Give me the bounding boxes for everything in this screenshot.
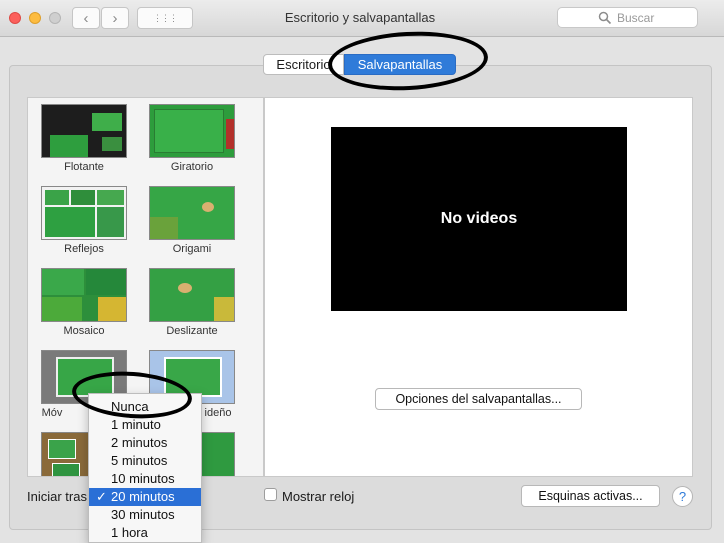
show-all-button[interactable]: ⋮⋮⋮: [137, 7, 193, 29]
menu-item-label: 20 minutos: [111, 489, 175, 504]
checkmark-icon: ✓: [96, 489, 107, 504]
show-clock-label: Mostrar reloj: [282, 489, 355, 504]
saver-label: Origami: [172, 243, 212, 255]
search-placeholder: Buscar: [617, 10, 655, 25]
menu-item-20-minutos[interactable]: ✓ 20 minutos: [89, 488, 201, 506]
start-after-label: Iniciar tras: [27, 489, 87, 504]
help-icon: ?: [678, 489, 687, 504]
preview-message: No videos: [440, 210, 518, 227]
search-field[interactable]: Buscar: [557, 7, 698, 28]
window-title: Escritorio y salvapantallas: [284, 10, 436, 25]
preview-screen: No videos: [331, 127, 627, 311]
show-clock-checkbox[interactable]: [264, 488, 277, 501]
search-icon: [598, 11, 612, 24]
menu-item-1-minuto[interactable]: 1 minuto: [89, 416, 201, 434]
saver-thumb-giratorio[interactable]: [149, 104, 235, 158]
button-label: Esquinas activas...: [538, 489, 643, 503]
back-button[interactable]: ‹: [72, 7, 100, 29]
menu-item-5-minutos[interactable]: 5 minutos: [89, 452, 201, 470]
minimize-window-button[interactable]: [29, 12, 41, 24]
chevron-right-icon: ›: [112, 9, 118, 27]
saver-label: Giratorio: [170, 161, 214, 173]
zoom-window-button[interactable]: [49, 12, 61, 24]
menu-item-2-minutos[interactable]: 2 minutos: [89, 434, 201, 452]
help-button[interactable]: ?: [672, 486, 693, 507]
saver-thumb-flotante[interactable]: [41, 104, 127, 158]
tab-label: Escritorio: [276, 57, 331, 72]
saver-label: Mosaico: [63, 325, 105, 337]
chevron-left-icon: ‹: [83, 9, 89, 27]
forward-button[interactable]: ›: [101, 7, 129, 29]
saver-label: Reflejos: [64, 243, 104, 255]
close-window-button[interactable]: [9, 12, 21, 24]
menu-item-10-minutos[interactable]: 10 minutos: [89, 470, 201, 488]
screensaver-options-button[interactable]: Opciones del salvapantallas...: [375, 388, 582, 410]
button-label: Opciones del salvapantallas...: [395, 392, 562, 406]
menu-item-30-minutos[interactable]: 30 minutos: [89, 506, 201, 524]
saver-thumb-origami[interactable]: [149, 186, 235, 240]
saver-thumb-mosaico[interactable]: [41, 268, 127, 322]
menu-item-1-hora[interactable]: 1 hora: [89, 524, 201, 542]
saver-thumb-reflejos[interactable]: [41, 186, 127, 240]
grid-icon: ⋮⋮⋮: [153, 12, 178, 23]
saver-label: Deslizante: [166, 325, 218, 337]
hot-corners-button[interactable]: Esquinas activas...: [521, 485, 660, 507]
saver-label: Flotante: [64, 161, 104, 173]
saver-thumb-deslizante[interactable]: [149, 268, 235, 322]
